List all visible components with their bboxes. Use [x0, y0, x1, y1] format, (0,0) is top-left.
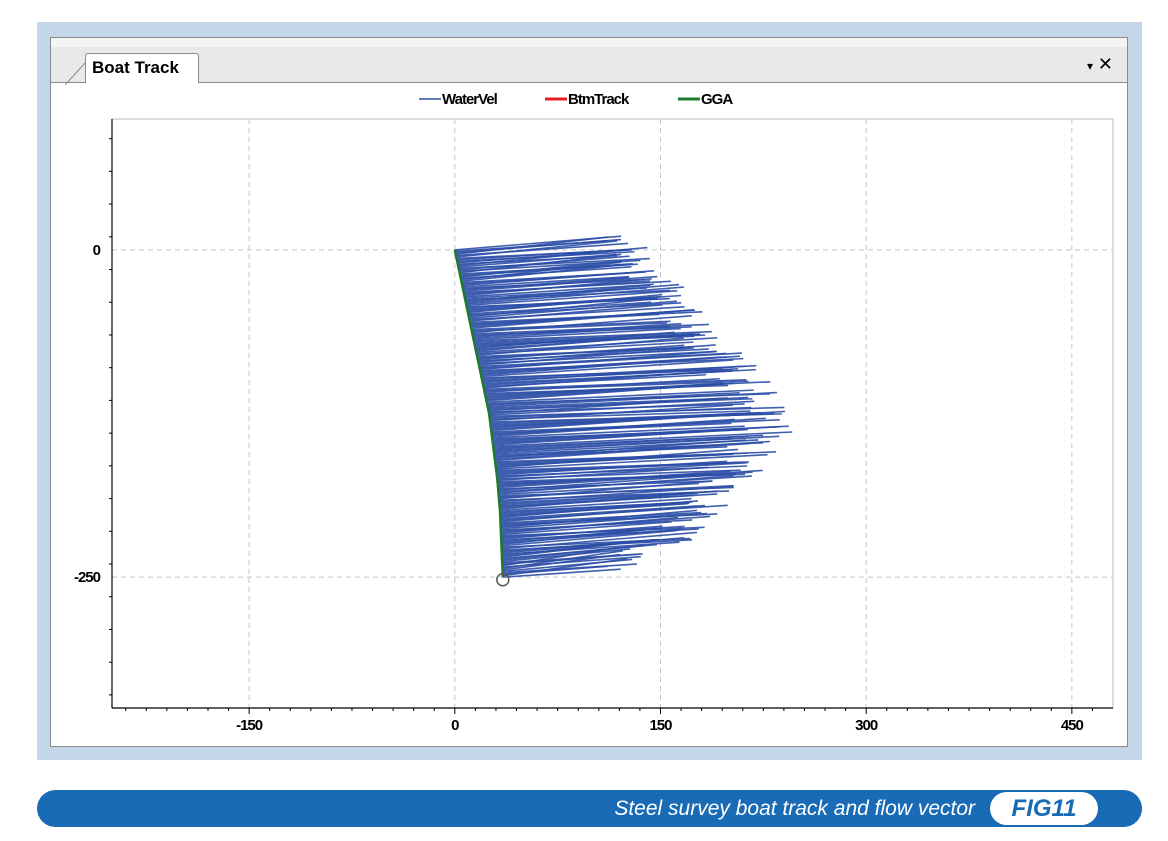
tab-title: Boat Track: [92, 58, 179, 77]
boat-track-chart: WaterVel BtmTrack GGA -150 0 150 300 450 0 -250: [74, 91, 1114, 734]
chart-legend: WaterVel BtmTrack GGA: [419, 91, 734, 108]
tab-bar: Boat Track ▾ ✕: [51, 47, 1127, 85]
caption-bar: Steel survey boat track and flow vector …: [37, 790, 1142, 827]
water-velocity-vectors: [454, 235, 793, 578]
x-tick-label: 150: [649, 717, 672, 734]
y-tick-label: -250: [74, 569, 101, 586]
legend-label-gga: GGA: [701, 91, 733, 108]
legend-label-watervel: WaterVel: [442, 91, 498, 108]
y-tick-label: 0: [93, 242, 101, 259]
tab-menu-chevron-down-icon[interactable]: ▾: [1087, 59, 1093, 73]
x-tick-label: 450: [1061, 717, 1084, 734]
close-icon[interactable]: ✕: [1098, 54, 1113, 75]
x-tick-label: 0: [451, 717, 459, 734]
x-tick-label: -150: [236, 717, 263, 734]
tab-boat-track[interactable]: Boat Track: [85, 53, 199, 83]
chart-axes: -150 0 150 300 450 0 -250: [74, 118, 1114, 734]
boat-track-window: Boat Track ▾ ✕ WaterVel BtmTrack GGA -150 0…: [50, 37, 1128, 747]
legend-label-btmtrack: BtmTrack: [568, 91, 630, 108]
figure-caption: Steel survey boat track and flow vector: [614, 797, 975, 820]
x-tick-label: 300: [855, 717, 878, 734]
figure-number-badge: FIG11: [990, 792, 1098, 825]
